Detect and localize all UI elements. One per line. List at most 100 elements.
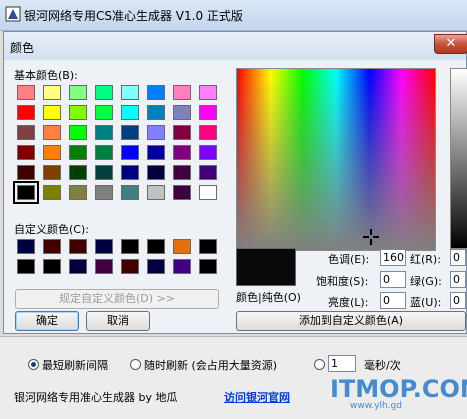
basic-color-swatch-33[interactable] [43,165,61,180]
basic-color-swatch-15[interactable] [199,105,217,120]
basic-color-swatch-17[interactable] [43,125,61,140]
hue-input[interactable]: 160 [380,249,406,266]
basic-color-swatch-24[interactable] [17,145,35,160]
crosshair-icon [363,229,379,245]
basic-color-swatch-29[interactable] [147,145,165,160]
basic-color-swatch-39[interactable] [199,165,217,180]
basic-color-swatch-41[interactable] [43,185,61,200]
basic-color-swatch-22[interactable] [173,125,191,140]
basic-color-swatch-37[interactable] [147,165,165,180]
green-input[interactable]: 0 [450,271,466,288]
basic-color-swatch-11[interactable] [95,105,113,120]
basic-color-swatch-23[interactable] [199,125,217,140]
basic-color-swatch-32[interactable] [17,165,35,180]
basic-color-swatch-7[interactable] [199,85,217,100]
basic-color-swatch-44[interactable] [121,185,139,200]
add-to-custom-colors-button[interactable]: 添加到自定义颜色(A) [236,311,466,331]
mode-shortest-radio[interactable] [28,359,39,370]
app-bottom-panel: 最短刷新间隔 随时刷新 (会占用大量资源) 1 毫秒/次 银河网络专用准心生成器… [0,336,467,419]
app-title: 银河网络专用CS准心生成器 V1.0 正式版 [24,9,243,23]
basic-color-swatch-1[interactable] [43,85,61,100]
basic-color-swatch-10[interactable] [69,105,87,120]
basic-color-swatch-31[interactable] [199,145,217,160]
mode-random-label: 随时刷新 (会占用大量资源) [144,359,278,372]
basic-color-swatch-47[interactable] [199,185,217,200]
basic-color-swatch-20[interactable] [121,125,139,140]
basic-color-swatch-12[interactable] [121,105,139,120]
ok-button[interactable]: 确定 [15,311,79,331]
cancel-button[interactable]: 取消 [86,311,150,331]
basic-color-swatch-42[interactable] [69,185,87,200]
basic-color-swatch-40[interactable] [13,181,39,204]
custom-color-swatch-9[interactable] [43,259,61,274]
red-input[interactable]: 0 [450,249,466,266]
custom-color-swatch-7[interactable] [199,239,217,254]
basic-color-swatch-34[interactable] [69,165,87,180]
basic-color-swatch-5[interactable] [147,85,165,100]
basic-color-swatch-28[interactable] [121,145,139,160]
custom-color-swatch-11[interactable] [95,259,113,274]
luminance-input[interactable]: 0 [380,292,406,309]
basic-color-swatch-14[interactable] [173,105,191,120]
color-solid-label: 颜色|纯色(O) [236,291,301,304]
basic-color-swatch-3[interactable] [95,85,113,100]
footer-credit: 银河网络专用准心生成器 by 地瓜 [14,391,178,404]
interval-unit-label: 毫秒/次 [364,359,401,372]
custom-color-swatch-14[interactable] [173,259,191,274]
basic-color-swatch-2[interactable] [69,85,87,100]
basic-color-swatch-0[interactable] [17,85,35,100]
luminance-slider[interactable] [450,68,467,249]
basic-color-swatch-8[interactable] [17,105,35,120]
custom-color-swatch-15[interactable] [199,259,217,274]
basic-color-swatch-6[interactable] [173,85,191,100]
basic-color-swatch-27[interactable] [95,145,113,160]
custom-color-swatch-4[interactable] [121,239,139,254]
custom-colors-label: 自定义颜色(C): [14,223,89,236]
mode-interval-radio[interactable] [314,359,325,370]
basic-color-swatch-21[interactable] [147,125,165,140]
app-titlebar: 银河网络专用CS准心生成器 V1.0 正式版 [0,0,467,31]
custom-color-swatch-8[interactable] [17,259,35,274]
watermark-sub: www.ylh.gd [350,401,402,411]
mode-random-radio[interactable] [130,359,141,370]
basic-color-swatch-36[interactable] [121,165,139,180]
basic-color-swatch-19[interactable] [95,125,113,140]
custom-color-swatch-12[interactable] [121,259,139,274]
mode-shortest-label: 最短刷新间隔 [42,359,108,372]
custom-color-swatch-1[interactable] [43,239,61,254]
basic-color-swatch-38[interactable] [173,165,191,180]
custom-color-swatch-0[interactable] [17,239,35,254]
basic-color-swatch-46[interactable] [173,185,191,200]
basic-color-swatch-35[interactable] [95,165,113,180]
luminance-label: 亮度(L): [328,296,369,309]
saturation-input[interactable]: 0 [380,271,406,288]
official-site-link[interactable]: 访问银河官网 [224,389,290,405]
basic-color-swatch-9[interactable] [43,105,61,120]
custom-color-swatch-10[interactable] [69,259,87,274]
basic-color-swatch-4[interactable] [121,85,139,100]
basic-colors-label: 基本颜色(B): [14,69,78,82]
close-icon[interactable]: ✕ [434,34,467,54]
custom-color-swatch-3[interactable] [95,239,113,254]
app-icon [5,6,21,22]
basic-color-swatch-25[interactable] [43,145,61,160]
red-label: 红(R): [410,253,441,266]
basic-color-swatch-18[interactable] [69,125,87,140]
interval-input[interactable]: 1 [328,355,356,372]
basic-color-swatch-45[interactable] [147,185,165,200]
color-spectrum[interactable] [236,68,436,251]
blue-label: 蓝(U): [410,296,442,309]
basic-color-swatch-16[interactable] [17,125,35,140]
custom-color-swatch-5[interactable] [147,239,165,254]
custom-color-swatch-13[interactable] [147,259,165,274]
basic-color-swatch-13[interactable] [147,105,165,120]
custom-color-swatch-2[interactable] [69,239,87,254]
dialog-titlebar: 颜色 ✕ [4,32,467,60]
basic-color-swatch-26[interactable] [69,145,87,160]
color-preview [236,248,296,286]
basic-color-swatch-43[interactable] [95,185,113,200]
blue-input[interactable]: 0 [450,292,466,309]
define-custom-colors-button[interactable]: 规定自定义颜色(D) >> [15,289,219,309]
basic-color-swatch-30[interactable] [173,145,191,160]
custom-color-swatch-6[interactable] [173,239,191,254]
